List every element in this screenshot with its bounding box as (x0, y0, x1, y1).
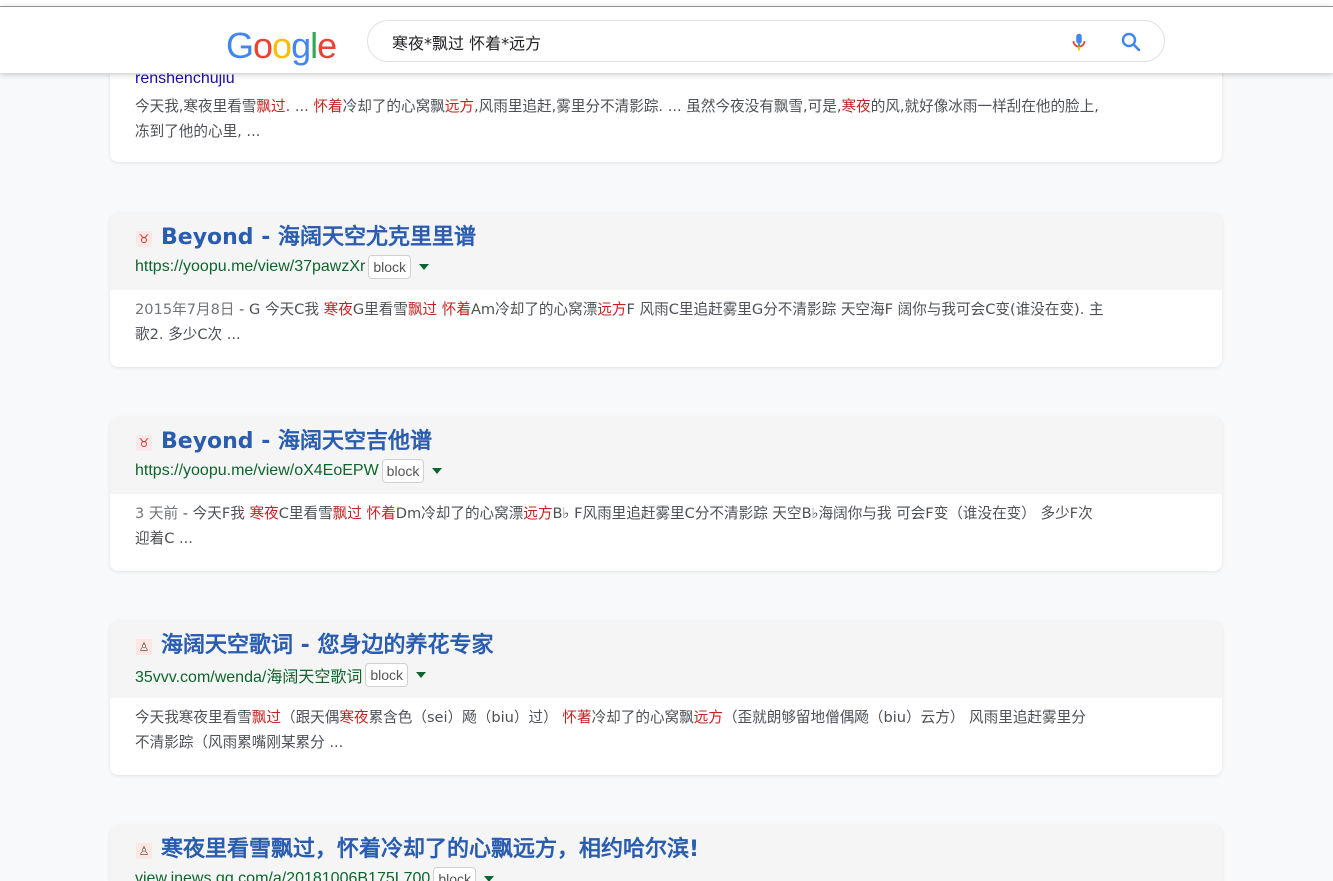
result-card: ♉ Beyond - 海阔天空尤克里里谱 https://yoopu.me/vi… (110, 213, 1222, 367)
highlighted-term: 飘过 (332, 505, 362, 522)
result-url[interactable]: view.inews.qq.com/a/20181006B175L700 (135, 870, 430, 881)
result-snippet: 3 天前 - 今天F我 寒夜C里看雪飘过 怀着Dm冷却了的心窝漂远方B♭ F风雨… (135, 501, 1197, 551)
highlighted-term: 寒夜 (323, 301, 353, 318)
result-header: ♙ 寒夜里看雪飘过，怀着冷却了的心飘远方，相约哈尔滨! view.inews.q… (110, 825, 1222, 881)
highlighted-term: 怀着 (366, 505, 396, 522)
google-logo[interactable]: Google (226, 23, 337, 69)
result-title-link[interactable]: Beyond - 海阔天空尤克里里谱 (161, 223, 476, 253)
microphone-icon[interactable] (1068, 30, 1090, 54)
block-button[interactable]: block (433, 867, 477, 881)
search-input[interactable] (392, 30, 1032, 54)
result-header: ♙ 海阔天空歌词 - 您身边的养花专家 35vvv.com/wenda/海阔天空… (110, 621, 1222, 698)
highlighted-term: 寒夜 (249, 505, 279, 522)
search-box (367, 20, 1165, 62)
logo-letter: G (226, 25, 254, 66)
result-url[interactable]: https://yoopu.me/view/37pawzXr (135, 258, 365, 276)
result-card: ♉ Beyond - 海阔天空吉他谱 https://yoopu.me/view… (110, 417, 1222, 571)
result-date: 2015年7月8日 (135, 301, 235, 318)
highlighted-term: 怀著 (562, 709, 592, 726)
yoopu-icon: ♉ (136, 231, 152, 247)
snippet-line-2: 冻到了他的心里, ... (135, 123, 261, 140)
highlighted-term: 飘过 (407, 301, 438, 318)
result-url[interactable]: 35vvv.com/wenda/海阔天空歌词 (135, 663, 362, 687)
logo-letter: l (310, 25, 318, 66)
block-button[interactable]: block (381, 459, 425, 483)
highlighted-term: 远方 (523, 505, 553, 522)
snippet-line-2: 歌2. 多少C次 ... (135, 326, 241, 343)
logo-letter: o (253, 25, 273, 66)
result-url-row: https://yoopu.me/view/37pawzXr block (135, 255, 430, 279)
yoopu-icon: ♉ (136, 435, 152, 451)
highlighted-term: 怀着 (313, 98, 343, 115)
snippet-line-1: 3 天前 - 今天F我 寒夜C里看雪飘过 怀着Dm冷却了的心窝漂远方B♭ F风雨… (135, 501, 1197, 526)
block-button[interactable]: block (365, 663, 409, 687)
logo-letter: g (291, 25, 311, 66)
snippet-text: - G 今天C我 寒夜G里看雪飘过 怀着Am冷却了的心窝漂远方F 风雨C里追赶雾… (234, 301, 1104, 318)
result-card: ♙ 寒夜里看雪飘过，怀着冷却了的心飘远方，相约哈尔滨! view.inews.q… (110, 825, 1222, 881)
snippet-line-1: 今天我,寒夜里看雪飘过. ... 怀着冷却了的心窝飘远方,风雨里追赶,雾里分不清… (135, 98, 1099, 115)
snippet-text: - 今天F我 寒夜C里看雪飘过 怀着Dm冷却了的心窝漂远方B♭ F风雨里追赶雾里… (178, 505, 1093, 522)
logo-letter: o (272, 25, 292, 66)
logo-letter: e (317, 25, 337, 66)
highlighted-term: 远方 (444, 98, 475, 115)
result-url[interactable]: https://yoopu.me/view/oX4EoEPW (135, 462, 379, 480)
snippet-line-1: 2015年7月8日 - G 今天C我 寒夜G里看雪飘过 怀着Am冷却了的心窝漂远… (135, 297, 1197, 322)
results-list: renshenchujiu 今天我,寒夜里看雪飘过. ... 怀着冷却了的心窝飘… (0, 0, 1333, 881)
snippet-line-1: 今天我寒夜里看雪飘过（跟天偶寒夜累含色（sei）飏（biu）过） 怀著冷却了的心… (135, 709, 1086, 726)
search-icon[interactable] (1119, 30, 1143, 54)
result-header: ♉ Beyond - 海阔天空吉他谱 https://yoopu.me/view… (110, 417, 1222, 494)
highlighted-term: 远方 (597, 301, 627, 318)
result-url-row: 35vvv.com/wenda/海阔天空歌词 block (135, 663, 427, 687)
highlighted-term: 寒夜 (339, 709, 369, 726)
block-button[interactable]: block (368, 255, 412, 279)
window-top-border (0, 0, 1333, 7)
result-header: ♉ Beyond - 海阔天空尤克里里谱 https://yoopu.me/vi… (110, 213, 1222, 290)
highlighted-term: 飘过 (251, 709, 281, 726)
chevron-down-icon[interactable] (419, 264, 430, 270)
result-title-link[interactable]: 寒夜里看雪飘过，怀着冷却了的心飘远方，相约哈尔滨! (161, 835, 699, 865)
result-snippet: 今天我,寒夜里看雪飘过. ... 怀着冷却了的心窝飘远方,风雨里追赶,雾里分不清… (135, 94, 1197, 144)
snippet-line-2: 迎着C ... (135, 530, 193, 547)
chevron-down-icon[interactable] (432, 468, 443, 474)
result-date: 3 天前 (135, 505, 179, 522)
highlighted-term: 寒夜 (841, 98, 871, 115)
35vvv-icon: ♙ (136, 843, 152, 859)
result-snippet: 2015年7月8日 - G 今天C我 寒夜G里看雪飘过 怀着Am冷却了的心窝漂远… (135, 297, 1197, 347)
chevron-down-icon[interactable] (416, 672, 427, 678)
result-snippet: 今天我寒夜里看雪飘过（跟天偶寒夜累含色（sei）飏（biu）过） 怀著冷却了的心… (135, 705, 1197, 755)
chevron-down-icon[interactable] (484, 876, 495, 881)
result-title-link[interactable]: 海阔天空歌词 - 您身边的养花专家 (161, 631, 493, 661)
result-url-row: view.inews.qq.com/a/20181006B175L700 blo… (135, 867, 495, 881)
highlighted-term: 怀着 (441, 301, 471, 318)
result-card: ♙ 海阔天空歌词 - 您身边的养花专家 35vvv.com/wenda/海阔天空… (110, 621, 1222, 775)
highlighted-term: 飘过 (256, 98, 286, 115)
35vvv-icon: ♙ (136, 639, 152, 655)
highlighted-term: 远方 (693, 709, 723, 726)
result-url-row: https://yoopu.me/view/oX4EoEPW block (135, 459, 443, 483)
search-header: Google (0, 7, 1333, 73)
snippet-line-2: 不清影踪（风雨累嘴刚某累分 ... (135, 734, 344, 751)
result-title-link[interactable]: Beyond - 海阔天空吉他谱 (161, 427, 432, 457)
